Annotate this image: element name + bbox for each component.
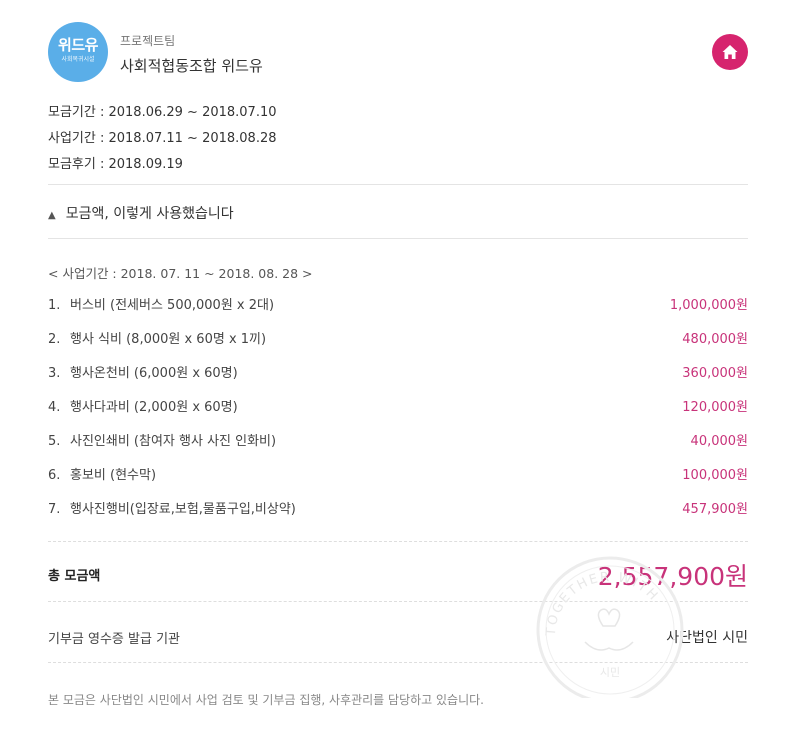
stamp-text: TOGETHER WITH	[544, 570, 660, 638]
item-amount: 40,000원	[690, 434, 748, 449]
item-number: 6.	[48, 468, 61, 483]
item-number: 7.	[48, 502, 61, 517]
item-number: 3.	[48, 366, 61, 381]
item-label: 행사다과비 (2,000원 x 60명)	[70, 400, 238, 415]
item-amount: 457,900원	[682, 502, 748, 517]
item-number: 5.	[48, 434, 61, 449]
project-period: 사업기간 : 2018.07.11 ~ 2018.08.28	[48, 131, 277, 146]
item-label: 사진인쇄비 (참여자 행사 사진 인화비)	[70, 434, 277, 449]
hands-icon	[584, 641, 634, 651]
stamp-subtext: 시민	[600, 666, 620, 679]
svg-text:TOGETHER WITH: TOGETHER WITH	[544, 570, 662, 638]
home-button[interactable]	[712, 34, 748, 70]
item-number: 2.	[48, 332, 61, 347]
list-item: 3. 행사온천비 (6,000원 x 60명) 360,000원	[48, 364, 748, 398]
logo-text: 위드유	[58, 36, 98, 54]
item-amount: 1,000,000원	[669, 298, 748, 313]
divider	[48, 238, 748, 239]
team-name[interactable]: 사회적협동조합 위드유	[120, 55, 263, 76]
review-date: 모금후기 : 2018.09.19	[48, 157, 183, 172]
item-label: 행사진행비(입장료,보험,물품구입,비상약)	[70, 502, 296, 517]
usage-toggle[interactable]: ▲ 모금액, 이렇게 사용했습니다	[48, 203, 234, 223]
list-item: 2. 행사 식비 (8,000원 x 60명 x 1끼) 480,000원	[48, 330, 748, 364]
total-label: 총 모금액	[48, 569, 101, 584]
item-label: 행사온천비 (6,000원 x 60명)	[70, 366, 238, 381]
item-label: 행사 식비 (8,000원 x 60명 x 1끼)	[70, 332, 267, 347]
item-amount: 120,000원	[682, 400, 748, 415]
fundraising-period: 모금기간 : 2018.06.29 ~ 2018.07.10	[48, 105, 277, 120]
collapse-triangle-icon: ▲	[48, 210, 56, 221]
logo-subtext: 사회복귀시설	[61, 56, 95, 63]
schedule-info: 모금기간 : 2018.06.29 ~ 2018.07.10 사업기간 : 20…	[48, 103, 277, 181]
stamp-watermark: TOGETHER WITH 시민	[536, 556, 684, 698]
list-item: 4. 행사다과비 (2,000원 x 60명) 120,000원	[48, 398, 748, 432]
list-item: 5. 사진인쇄비 (참여자 행사 사진 인화비) 40,000원	[48, 432, 748, 466]
usage-period: < 사업기간 : 2018. 07. 11 ~ 2018. 08. 28 >	[48, 266, 313, 281]
item-label: 버스비 (전세버스 500,000원 x 2대)	[70, 298, 275, 313]
list-item: 1. 버스비 (전세버스 500,000원 x 2대) 1,000,000원	[48, 296, 748, 330]
heart-icon	[597, 608, 621, 627]
item-number: 4.	[48, 400, 61, 415]
home-icon	[722, 45, 738, 59]
footer-note: 본 모금은 사단법인 시민에서 사업 검토 및 기부금 집행, 사후관리를 담당…	[48, 693, 484, 707]
team-label: 프로젝트팀	[120, 34, 176, 48]
usage-toggle-label: 모금액, 이렇게 사용했습니다	[65, 206, 234, 222]
item-label: 홍보비 (현수막)	[70, 468, 157, 483]
list-item: 6. 홍보비 (현수막) 100,000원	[48, 466, 748, 500]
divider	[48, 184, 748, 185]
receipt-issuer-label: 기부금 영수증 발급 기관	[48, 632, 180, 647]
item-amount: 480,000원	[682, 332, 748, 347]
item-amount: 100,000원	[682, 468, 748, 483]
item-number: 1.	[48, 298, 61, 313]
usage-list: 1. 버스비 (전세버스 500,000원 x 2대) 1,000,000원 2. 행…	[48, 296, 748, 534]
list-item: 7. 행사진행비(입장료,보험,물품구입,비상약) 457,900원	[48, 500, 748, 534]
item-amount: 360,000원	[682, 366, 748, 381]
team-logo: 위드유 사회복귀시설	[48, 22, 108, 82]
